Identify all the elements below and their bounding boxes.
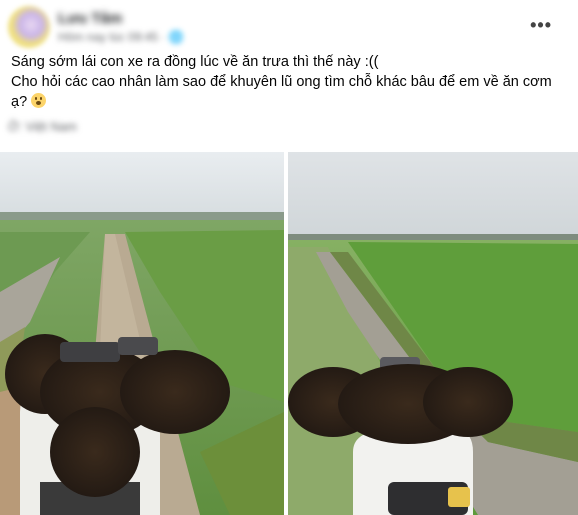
post-text-fragment: ạ? [11, 94, 28, 110]
author-name[interactable]: Lưu Tâm [58, 10, 122, 27]
post-text-line: Sáng sớm lái con xe ra đồng lúc về ăn tr… [11, 54, 379, 70]
post-text: Sáng sớm lái con xe ra đồng lúc về ăn tr… [11, 52, 567, 112]
more-horizontal-icon[interactable]: ••• [530, 15, 552, 36]
post-location[interactable]: Ở: Việt Nam [8, 120, 77, 134]
post-text-line: ạ? [11, 92, 567, 112]
astonished-face-icon [31, 93, 47, 108]
post-timestamp[interactable]: Hôm nay lúc 09:45 · 🌐 [58, 30, 184, 44]
photo-bees-on-scooter-1-image [0, 152, 284, 515]
photo-grid [0, 152, 578, 515]
photo-bees-on-scooter-2-image [288, 152, 578, 515]
photo-bees-on-scooter-1[interactable] [0, 152, 284, 515]
post-header: Lưu Tâm Hôm nay lúc 09:45 · 🌐 ••• [8, 6, 568, 50]
facebook-post: Lưu Tâm Hôm nay lúc 09:45 · 🌐 ••• Sáng s… [0, 0, 578, 515]
author-avatar[interactable] [8, 6, 50, 48]
post-text-line: Cho hỏi các cao nhân làm sao để khuyên l… [11, 74, 552, 90]
photo-bees-on-scooter-2[interactable] [288, 152, 578, 515]
